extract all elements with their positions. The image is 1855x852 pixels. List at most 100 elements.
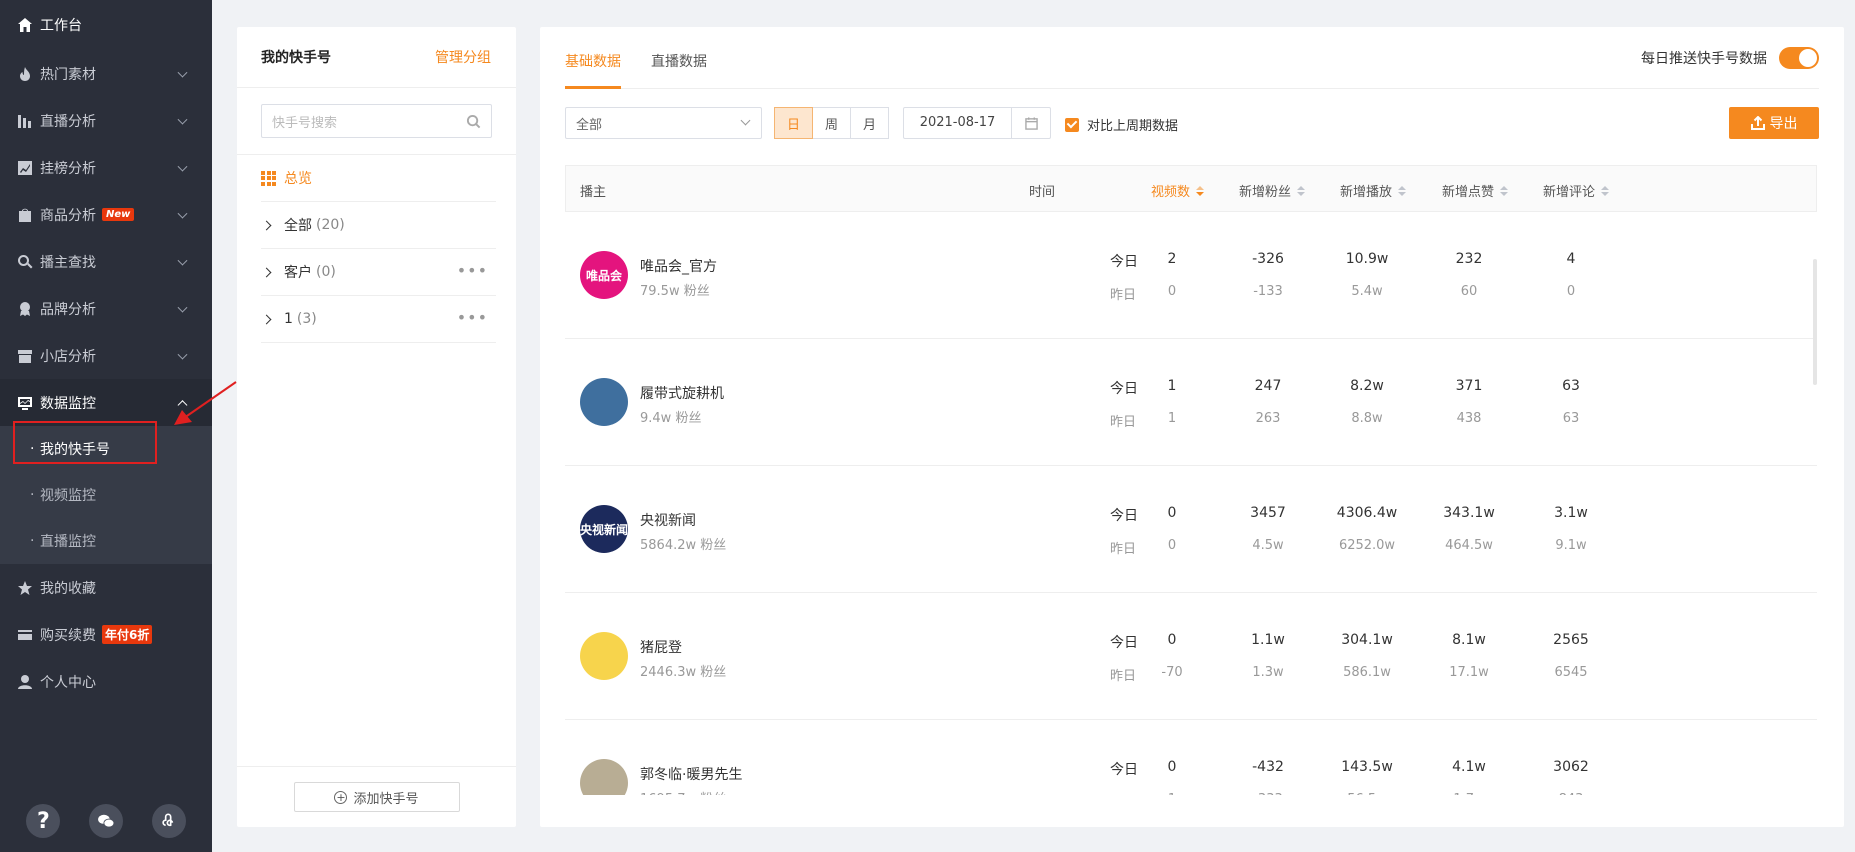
nav-purchase[interactable]: 购买续费 年付6折 xyxy=(0,611,212,658)
nav-product-analysis[interactable]: 商品分析 New xyxy=(0,191,212,238)
period-day[interactable]: 日 xyxy=(774,107,813,139)
sub-item-live-monitor[interactable]: 直播监控 xyxy=(0,518,212,564)
yesterday-value: 0 xyxy=(1566,284,1576,299)
yesterday-value: 263 xyxy=(1255,411,1281,426)
calendar-icon[interactable] xyxy=(1012,116,1050,130)
today-value: 8.1w xyxy=(1452,632,1486,648)
table-row[interactable]: 猪屁登 2446.3w 粉丝 今日 昨日 0 -70 1.1w 1.3w 304.1w 586.1… xyxy=(565,593,1817,720)
today-value: 2565 xyxy=(1553,632,1589,648)
chevron-down-icon xyxy=(740,115,751,126)
chevron-down-icon xyxy=(177,255,188,266)
account-panel-title: 我的快手号 xyxy=(261,50,331,66)
more-icon[interactable]: ••• xyxy=(457,263,488,279)
plus-circle-icon: + xyxy=(334,790,348,804)
bar-chart-icon xyxy=(16,112,34,130)
nav-workbench[interactable]: 工作台 xyxy=(0,0,212,50)
user-icon xyxy=(16,673,34,691)
col-label: 新增播放 xyxy=(1340,185,1393,200)
group-customer[interactable]: 客户 (0) ••• xyxy=(261,249,496,296)
today-label: 今日 xyxy=(1110,635,1138,651)
col-new-comments[interactable]: 新增评论 xyxy=(1543,181,1610,200)
yesterday-value: 6545 xyxy=(1554,665,1588,680)
chevron-down-icon xyxy=(177,67,188,78)
wechat-button[interactable] xyxy=(88,804,123,838)
tab-underline xyxy=(565,86,621,89)
card-icon xyxy=(16,626,34,644)
table-row[interactable]: 履带式旋耕机 9.4w 粉丝 今日 昨日 1 1 247 263 8.2w 8.8w 371 438 6… xyxy=(565,339,1817,466)
today-label: 今日 xyxy=(1110,254,1138,270)
nav-personal-center[interactable]: 个人中心 xyxy=(0,658,212,705)
period-week[interactable]: 周 xyxy=(812,107,851,139)
yesterday-value: 17.1w xyxy=(1449,665,1489,680)
sub-item-video-monitor[interactable]: 视频监控 xyxy=(0,472,212,518)
add-account-label: 添加快手号 xyxy=(353,791,419,807)
yesterday-value: 0 xyxy=(1167,538,1177,553)
col-new-fans[interactable]: 新增粉丝 xyxy=(1239,181,1306,200)
streamer-name[interactable]: 履带式旋耕机 xyxy=(640,383,724,403)
yesterday-value: 5.4w xyxy=(1351,284,1383,299)
yesterday-label: 昨日 xyxy=(1110,792,1136,795)
store-icon xyxy=(16,347,34,365)
today-value: 3.1w xyxy=(1554,505,1588,521)
streamer-name[interactable]: 唯品会_官方 xyxy=(640,256,717,276)
chevron-right-icon xyxy=(261,267,272,277)
scrollbar[interactable] xyxy=(1813,259,1817,385)
star-icon xyxy=(16,579,34,597)
mini-program-button[interactable] xyxy=(151,804,186,838)
sort-icon xyxy=(1398,185,1407,196)
group-1[interactable]: 1 (3) ••• xyxy=(261,296,496,343)
nav-store-analysis[interactable]: 小店分析 xyxy=(0,332,212,379)
nav-rank-analysis[interactable]: 挂榜分析 xyxy=(0,144,212,191)
nav-label: 挂榜分析 xyxy=(40,160,96,177)
period-month[interactable]: 月 xyxy=(850,107,889,139)
group-select[interactable]: 全部 xyxy=(565,107,762,139)
manage-groups-link[interactable]: 管理分组 xyxy=(435,47,491,67)
table-row[interactable]: 央视新闻 央视新闻 5864.2w 粉丝 今日 昨日 0 0 3457 4.5w 4306.4w 6… xyxy=(565,466,1817,593)
today-value: 10.9w xyxy=(1345,251,1389,267)
nav-label: 热门素材 xyxy=(40,66,96,83)
date-picker[interactable]: 2021-08-17 xyxy=(903,107,1051,139)
mini-program-icon xyxy=(162,813,173,827)
yesterday-value: 9.1w xyxy=(1555,538,1587,553)
main-panel: 基础数据 直播数据 每日推送快手号数据 全部 日 周 月 2021-08-17 … xyxy=(540,27,1844,827)
discount-badge: 年付6折 xyxy=(102,625,153,644)
col-new-plays[interactable]: 新增播放 xyxy=(1340,181,1407,200)
chevron-down-icon xyxy=(177,114,188,125)
yesterday-value: 63 xyxy=(1562,411,1580,426)
more-icon[interactable]: ••• xyxy=(457,310,488,326)
nav-brand-analysis[interactable]: 品牌分析 xyxy=(0,285,212,332)
help-button[interactable]: ? xyxy=(26,804,61,838)
today-value: 8.2w xyxy=(1350,378,1384,394)
daily-push-label: 每日推送快手号数据 xyxy=(1641,51,1767,67)
col-new-likes[interactable]: 新增点赞 xyxy=(1442,181,1509,200)
add-account-button[interactable]: + 添加快手号 xyxy=(293,782,460,812)
compare-checkbox[interactable]: 对比上周期数据 xyxy=(1065,115,1178,134)
group-label: 客户 xyxy=(284,265,312,281)
streamer-name[interactable]: 郭冬临·暖男先生 xyxy=(640,764,742,784)
account-search-input[interactable]: 快手号搜索 xyxy=(261,104,492,138)
export-button[interactable]: 导出 xyxy=(1729,107,1819,139)
chevron-down-icon xyxy=(177,302,188,313)
col-video-count[interactable]: 视频数 xyxy=(1151,181,1205,200)
award-icon xyxy=(16,300,34,318)
nav-hot-materials[interactable]: 热门素材 xyxy=(0,50,212,97)
nav-streamer-search[interactable]: 播主查找 xyxy=(0,238,212,285)
tab-basic-data[interactable]: 基础数据 xyxy=(565,51,621,71)
tab-bar: 基础数据 直播数据 每日推送快手号数据 xyxy=(565,27,1819,89)
tab-live-data[interactable]: 直播数据 xyxy=(651,51,707,71)
table-row[interactable]: 唯品会 唯品会_官方 79.5w 粉丝 今日 昨日 2 0 -326 -133 10.9w 5.4w… xyxy=(565,212,1817,339)
streamer-name[interactable]: 猪屁登 xyxy=(640,637,682,657)
nav-live-analysis[interactable]: 直播分析 xyxy=(0,97,212,144)
streamer-name[interactable]: 央视新闻 xyxy=(640,510,696,530)
daily-push-toggle[interactable] xyxy=(1779,47,1819,69)
group-all[interactable]: 全部 (20) xyxy=(261,202,496,249)
today-value: -432 xyxy=(1252,759,1284,775)
yesterday-value: 1.7w xyxy=(1453,792,1484,795)
today-value: 343.1w xyxy=(1443,505,1495,521)
today-value: 371 xyxy=(1455,378,1483,394)
table-row[interactable]: 郭冬临·暖男先生 1695.7w 粉丝 今日昨日 0 1 -432 -333 143.5w 56… xyxy=(565,720,1817,795)
nav-my-favorites[interactable]: 我的收藏 xyxy=(0,564,212,611)
group-overview[interactable]: 总览 xyxy=(261,155,496,202)
sub-item-label: 视频监控 xyxy=(40,488,96,504)
nav-label: 工作台 xyxy=(40,18,82,34)
